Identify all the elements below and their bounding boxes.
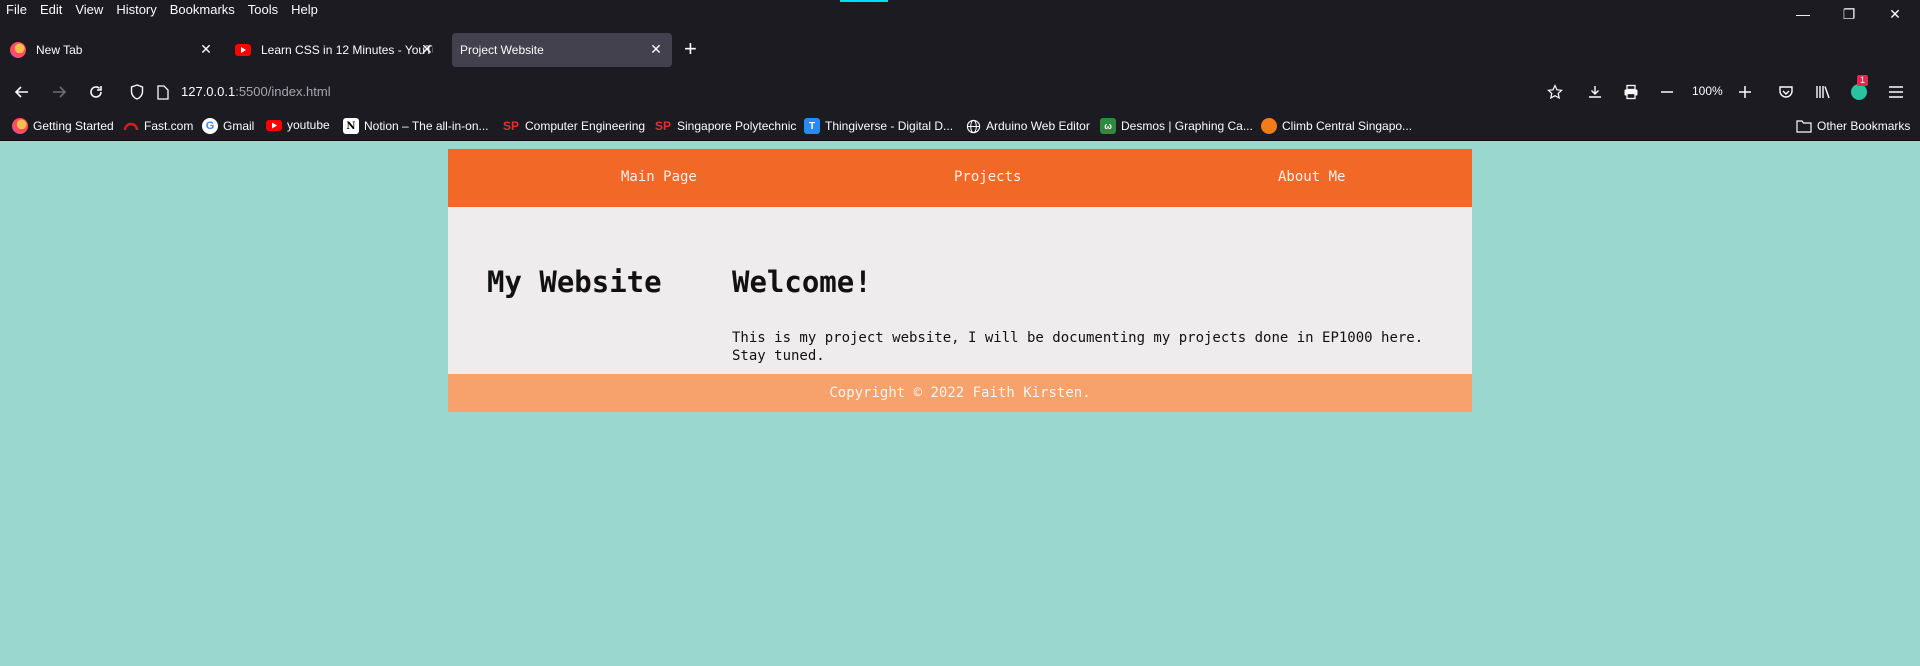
- tab-title: Learn CSS in 12 Minutes - YouTube: [261, 43, 433, 57]
- bookmark-singapore-polytechnic[interactable]: SP Singapore Polytechnic: [654, 118, 796, 134]
- nav-link-about-me[interactable]: About Me: [1278, 169, 1345, 185]
- menu-file[interactable]: File: [6, 2, 27, 17]
- site-navigation: Main Page Projects About Me: [448, 149, 1472, 207]
- tab-project-website[interactable]: Project Website ✕: [452, 33, 672, 67]
- menu-help[interactable]: Help: [291, 2, 318, 17]
- url-bar[interactable]: 127.0.0.1:5500/index.html: [119, 76, 1573, 108]
- toolbar-divider: [0, 140, 1920, 141]
- bookmark-label: Thingiverse - Digital D...: [825, 119, 954, 133]
- bookmark-desmos[interactable]: ω Desmos | Graphing Ca...: [1100, 118, 1253, 134]
- firefox-icon: [10, 42, 26, 58]
- bookmark-label: Other Bookmarks: [1817, 119, 1911, 133]
- forward-icon[interactable]: [47, 80, 71, 104]
- bookmark-climb-central[interactable]: Climb Central Singapo...: [1261, 118, 1412, 134]
- site-main: My Website Welcome! This is my project w…: [448, 207, 1472, 374]
- menu-history[interactable]: History: [116, 2, 156, 17]
- bookmark-label: Gmail: [223, 119, 255, 133]
- folder-icon: [1796, 118, 1812, 134]
- nav-link-main-page[interactable]: Main Page: [621, 169, 697, 185]
- firefox-icon: [12, 118, 28, 134]
- extension-badge: 1: [1857, 75, 1869, 86]
- close-window-button[interactable]: ✕: [1872, 0, 1918, 28]
- browser-chrome: File Edit View History Bookmarks Tools H…: [0, 0, 1920, 141]
- bookmark-notion[interactable]: N Notion – The all-in-on...: [343, 118, 489, 134]
- print-icon[interactable]: [1619, 80, 1643, 104]
- bookmark-youtube[interactable]: youtube: [266, 118, 330, 132]
- drag-indicator: [840, 0, 888, 2]
- menu-view[interactable]: View: [75, 2, 103, 17]
- site-footer: Copyright © 2022 Faith Kirsten.: [448, 374, 1472, 412]
- tab-youtube[interactable]: Learn CSS in 12 Minutes - YouTube ✕: [225, 33, 443, 67]
- library-icon[interactable]: [1811, 80, 1835, 104]
- other-bookmarks-folder[interactable]: Other Bookmarks: [1796, 118, 1910, 134]
- app-menu-icon[interactable]: [1884, 80, 1908, 104]
- bookmark-arduino[interactable]: Arduino Web Editor: [965, 118, 1090, 134]
- bookmark-fast[interactable]: Fast.com: [123, 118, 193, 134]
- bookmark-label: Desmos | Graphing Ca...: [1121, 119, 1253, 133]
- url-text[interactable]: 127.0.0.1:5500/index.html: [181, 84, 331, 99]
- menu-bookmarks[interactable]: Bookmarks: [170, 2, 235, 17]
- url-host: 127.0.0.1: [181, 84, 236, 99]
- bookmark-computer-engineering[interactable]: SP Computer Engineering: [502, 118, 645, 134]
- tab-title: Project Website: [460, 43, 544, 57]
- minimize-button[interactable]: —: [1780, 0, 1826, 28]
- menu-edit[interactable]: Edit: [40, 2, 62, 17]
- thingiverse-icon: T: [804, 118, 820, 134]
- restore-button[interactable]: ❐: [1826, 0, 1872, 28]
- close-icon[interactable]: ✕: [198, 41, 214, 58]
- tab-strip: New Tab ✕ Learn CSS in 12 Minutes - YouT…: [0, 28, 1920, 72]
- reload-icon[interactable]: [84, 80, 108, 104]
- back-icon[interactable]: [10, 80, 34, 104]
- pocket-icon[interactable]: [1774, 80, 1798, 104]
- url-path: :5500/index.html: [235, 84, 331, 99]
- zoom-in-icon[interactable]: [1733, 80, 1757, 104]
- bookmark-gmail[interactable]: G Gmail: [202, 118, 254, 134]
- welcome-text: This is my project website, I will be do…: [732, 330, 1424, 364]
- project-website: Main Page Projects About Me My Website W…: [448, 149, 1472, 412]
- gauge-icon: [123, 118, 139, 134]
- save-to-pocket-list-icon[interactable]: [1583, 80, 1607, 104]
- nav-link-projects[interactable]: Projects: [954, 169, 1021, 185]
- navigation-toolbar: 127.0.0.1:5500/index.html 1: [0, 72, 1920, 112]
- page-info-icon[interactable]: [151, 80, 175, 104]
- youtube-icon: [266, 119, 282, 131]
- bookmarks-toolbar: Getting Started Fast.com G Gmail youtube…: [0, 112, 1920, 140]
- bookmark-thingiverse[interactable]: T Thingiverse - Digital D...: [804, 118, 953, 134]
- bookmark-label: Notion – The all-in-on...: [364, 119, 489, 133]
- sp-icon: SP: [502, 119, 519, 133]
- close-icon[interactable]: ✕: [648, 41, 664, 58]
- bookmark-label: Fast.com: [144, 119, 194, 133]
- tab-title: New Tab: [36, 43, 83, 57]
- close-icon[interactable]: ✕: [419, 41, 435, 58]
- climb-icon: [1261, 118, 1277, 134]
- bookmark-label: youtube: [287, 118, 330, 132]
- tab-new-tab[interactable]: New Tab ✕: [0, 33, 222, 67]
- bookmark-getting-started[interactable]: Getting Started: [12, 118, 114, 134]
- youtube-icon: [235, 44, 251, 56]
- extension-icon[interactable]: 1: [1847, 75, 1871, 104]
- welcome-heading: Welcome!: [732, 265, 872, 299]
- google-icon: G: [202, 118, 218, 134]
- menu-tools[interactable]: Tools: [248, 2, 278, 17]
- globe-icon: [965, 118, 981, 134]
- notion-icon: N: [343, 118, 359, 134]
- window-controls: — ❐ ✕: [1780, 0, 1918, 28]
- bookmark-star-icon[interactable]: [1543, 80, 1567, 104]
- sp-icon: SP: [654, 119, 671, 133]
- new-tab-button[interactable]: +: [684, 38, 697, 60]
- bookmark-label: Computer Engineering: [525, 119, 646, 133]
- bookmark-label: Climb Central Singapo...: [1282, 119, 1413, 133]
- bookmark-label: Getting Started: [33, 119, 114, 133]
- zoom-out-icon[interactable]: [1655, 80, 1679, 104]
- menu-bar: File Edit View History Bookmarks Tools H…: [0, 0, 1920, 20]
- zoom-level[interactable]: 100%: [1692, 84, 1723, 98]
- site-title: My Website: [487, 265, 662, 299]
- desmos-icon: ω: [1100, 118, 1116, 134]
- shield-icon[interactable]: [125, 80, 149, 104]
- bookmark-label: Arduino Web Editor: [986, 119, 1090, 133]
- bookmark-label: Singapore Polytechnic: [677, 119, 797, 133]
